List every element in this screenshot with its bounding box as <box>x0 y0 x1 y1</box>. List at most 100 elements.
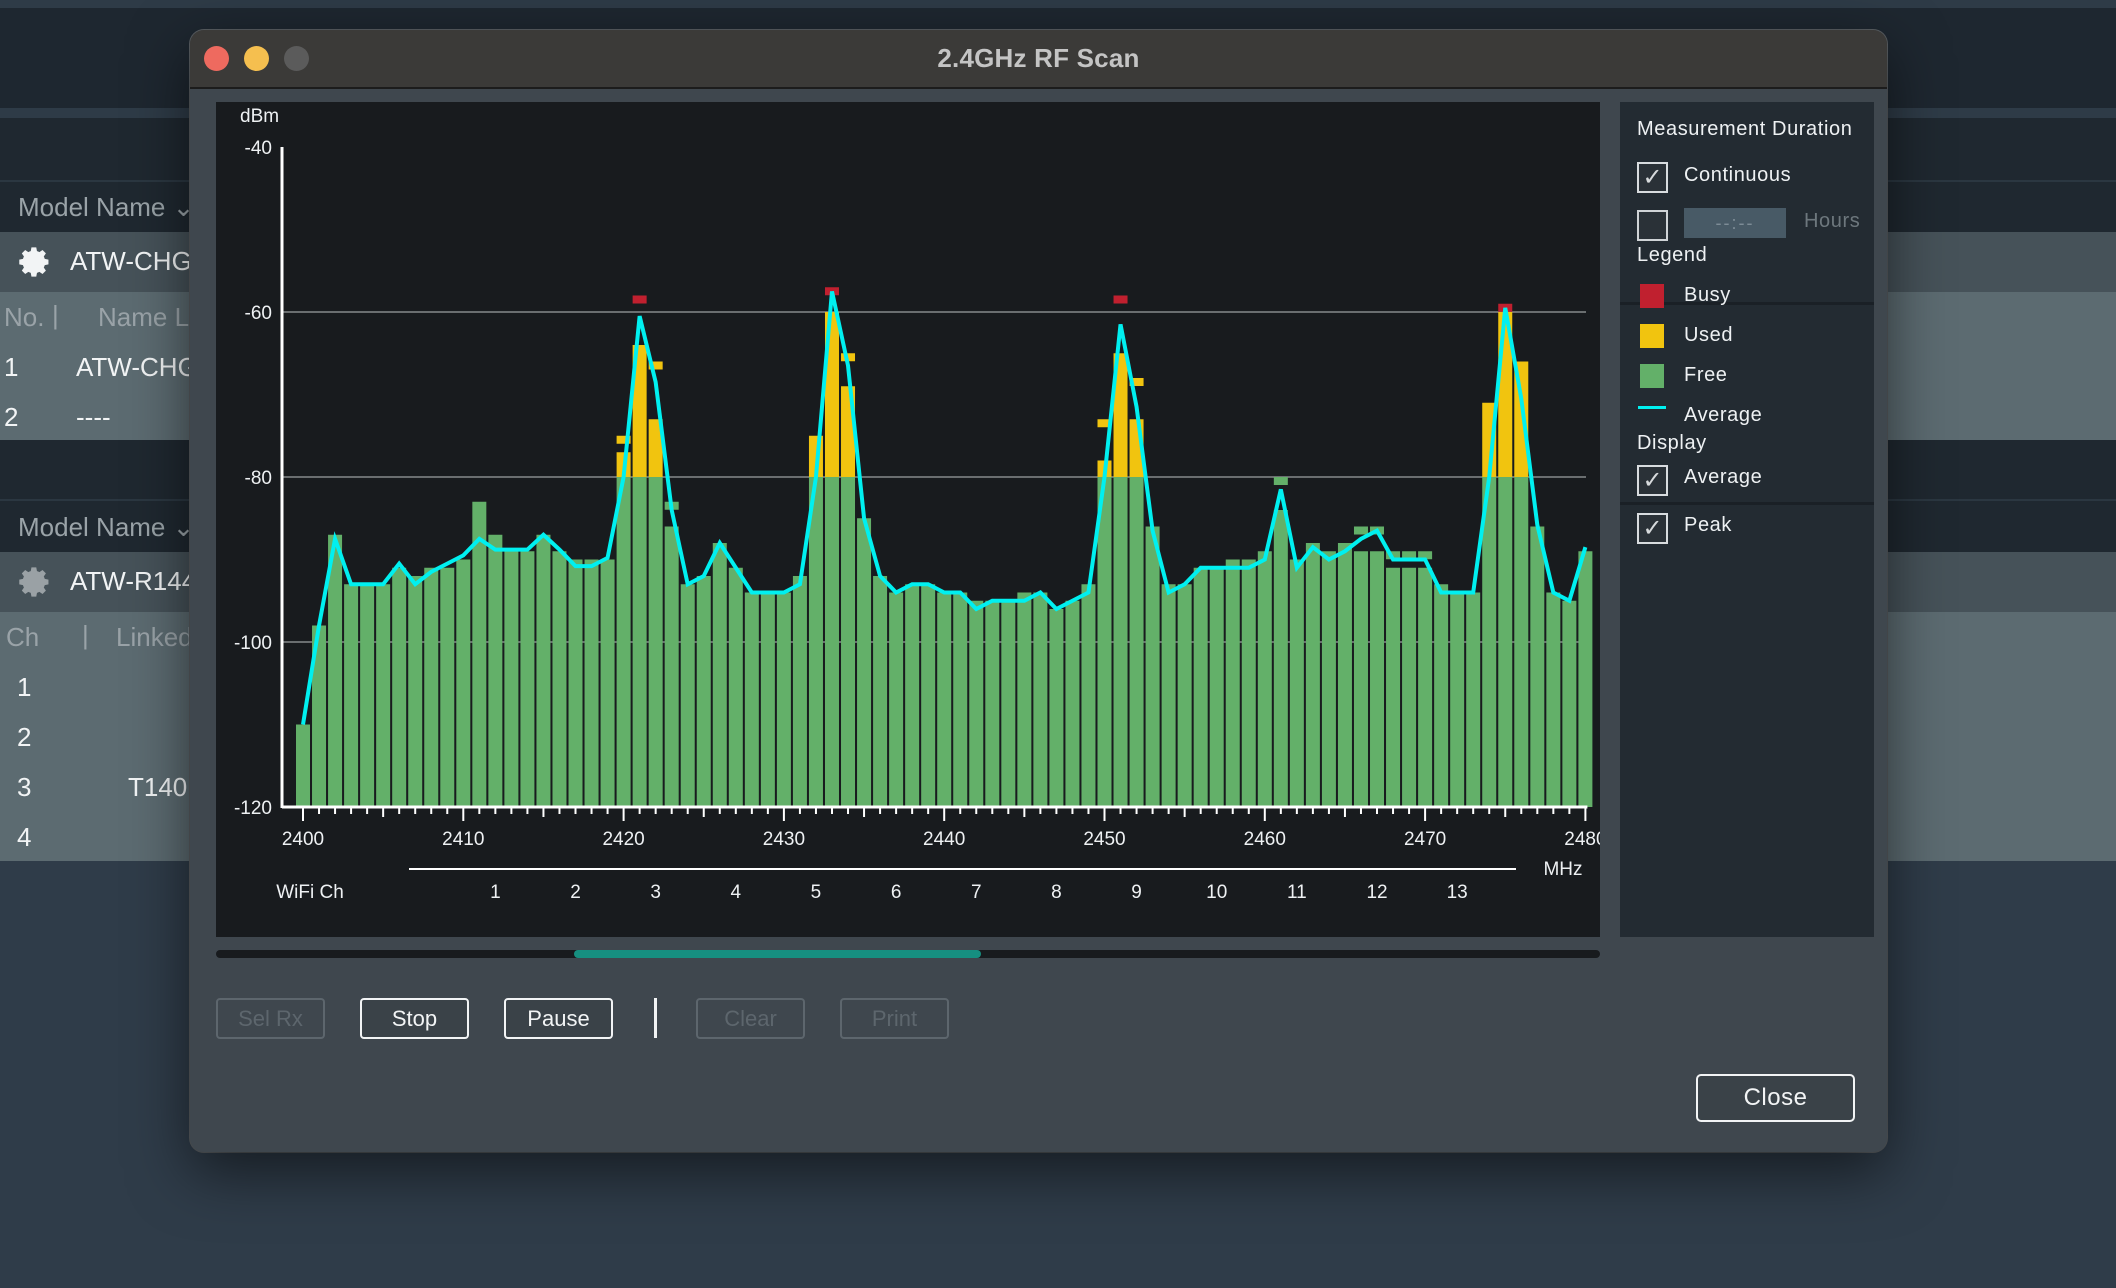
wifi-channel-label: 4 <box>731 882 742 903</box>
row-channel: 1 <box>17 672 32 702</box>
chart-svg: dBm MHz WiFi Ch -40-60-80-100-1202400 241… <box>234 106 1600 903</box>
close-button[interactable]: Close <box>1696 1074 1855 1122</box>
wifi-channel-label: 1 <box>490 882 501 903</box>
column-header-no[interactable]: No. <box>4 302 44 333</box>
bar-free <box>1049 609 1064 807</box>
title-bar[interactable]: 2.4GHz RF Scan <box>190 30 1887 89</box>
checkmark-icon: ✓ <box>1642 163 1663 191</box>
bar-free <box>296 724 310 807</box>
device-name: ATW-R144 <box>70 566 197 596</box>
x-tick-label: 2480 <box>1564 829 1600 850</box>
row-channel: 2 <box>17 722 32 752</box>
display-peak-checkbox[interactable]: ✓ <box>1637 513 1668 544</box>
clear-button[interactable]: Clear <box>696 998 805 1039</box>
column-header-name[interactable]: Name L <box>98 302 189 333</box>
bar-free <box>1001 600 1016 807</box>
gear-icon[interactable] <box>17 565 51 599</box>
x-tick-label: 2430 <box>763 829 805 850</box>
wifi-channel-label: 11 <box>1287 882 1307 903</box>
bar-free <box>873 576 888 807</box>
section-divider <box>1620 502 1874 505</box>
continuous-label: Continuous <box>1684 164 1792 186</box>
peak-marker <box>632 295 647 304</box>
display-average-checkbox[interactable]: ✓ <box>1637 465 1668 496</box>
wifi-channel-label: 2 <box>570 882 581 903</box>
bar-free <box>776 592 791 807</box>
legend-busy-label: Busy <box>1684 284 1731 306</box>
y-tick-label: -80 <box>245 468 272 489</box>
bar-free <box>616 477 631 807</box>
display-peak-label: Peak <box>1684 514 1732 536</box>
bar-free <box>728 567 743 807</box>
peak-marker <box>1113 295 1128 304</box>
button-separator <box>654 998 657 1038</box>
bar-free <box>1353 551 1368 807</box>
column-header-linked[interactable]: Linked <box>116 622 193 653</box>
rf-scan-dialog: 2.4GHz RF Scan dBm MHz WiFi Ch -40 -60 -80… <box>190 30 1887 1152</box>
bar-free <box>1402 567 1417 807</box>
top-bar <box>0 0 2116 8</box>
bar-free <box>1225 559 1240 807</box>
x-tick-label: 2450 <box>1083 829 1125 850</box>
model-name-column-header[interactable]: Model Name ⌄ <box>18 512 194 543</box>
bar-free <box>1498 477 1513 807</box>
bar-free <box>696 576 711 807</box>
bar-free <box>985 600 1000 807</box>
gear-icon[interactable] <box>17 245 51 279</box>
device-name: ATW-CHG <box>70 246 192 276</box>
bar-free <box>1241 559 1256 807</box>
x-tick-label: 2440 <box>923 829 965 850</box>
row-name: ---- <box>76 402 111 432</box>
display-average-label: Average <box>1684 466 1763 488</box>
bar-free <box>841 477 856 807</box>
sel-rx-button[interactable]: Sel Rx <box>216 998 325 1039</box>
bar-free <box>1337 543 1352 807</box>
column-separator: | <box>82 620 89 650</box>
bar-free <box>1418 567 1433 807</box>
x-tick-label: 2420 <box>602 829 644 850</box>
timed-duration-checkbox[interactable] <box>1637 210 1668 241</box>
bar-free <box>1209 567 1224 807</box>
horizontal-scrollbar[interactable] <box>216 950 1600 958</box>
column-header-ch[interactable]: Ch <box>6 622 39 653</box>
bar-free <box>857 518 872 807</box>
bar-free <box>953 592 968 807</box>
bar-free <box>584 559 599 807</box>
model-name-column-header[interactable]: Model Name ⌄ <box>18 192 194 223</box>
bar-free <box>1562 600 1577 807</box>
legend-average-line-icon <box>1638 406 1666 409</box>
print-button[interactable]: Print <box>840 998 949 1039</box>
wifi-channel-label: 3 <box>650 882 661 903</box>
bar-free <box>456 559 471 807</box>
peak-marker <box>1353 526 1368 535</box>
pause-button[interactable]: Pause <box>504 998 613 1039</box>
column-separator: | <box>52 300 59 330</box>
legend-used-swatch <box>1640 324 1664 348</box>
wifi-channel-label: 9 <box>1131 882 1142 903</box>
bar-free <box>1257 551 1272 807</box>
bar-free <box>1161 584 1176 807</box>
bar-free <box>1450 592 1465 807</box>
peak-marker <box>1273 477 1288 485</box>
bar-free <box>824 477 839 807</box>
bar-free <box>536 534 551 807</box>
display-heading: Display <box>1637 432 1707 454</box>
bar-free <box>648 477 663 807</box>
bar-free <box>424 567 439 807</box>
row-number: 2 <box>4 402 19 432</box>
bar-free <box>1113 477 1128 807</box>
bar-free <box>889 592 904 807</box>
checkmark-icon: ✓ <box>1642 466 1663 494</box>
bar-free <box>905 584 920 807</box>
bar-free <box>568 559 583 807</box>
wifi-channel-label: 7 <box>971 882 982 903</box>
x-tick-label: 2460 <box>1244 829 1286 850</box>
scrollbar-thumb[interactable] <box>574 950 982 958</box>
legend-free-label: Free <box>1684 364 1728 386</box>
stop-button[interactable]: Stop <box>360 998 469 1039</box>
duration-time-input[interactable]: --:-- <box>1684 208 1786 238</box>
continuous-checkbox[interactable]: ✓ <box>1637 162 1668 193</box>
window-title: 2.4GHz RF Scan <box>937 43 1140 73</box>
bar-free <box>680 584 695 807</box>
wifi-channel-label: 13 <box>1447 882 1468 903</box>
